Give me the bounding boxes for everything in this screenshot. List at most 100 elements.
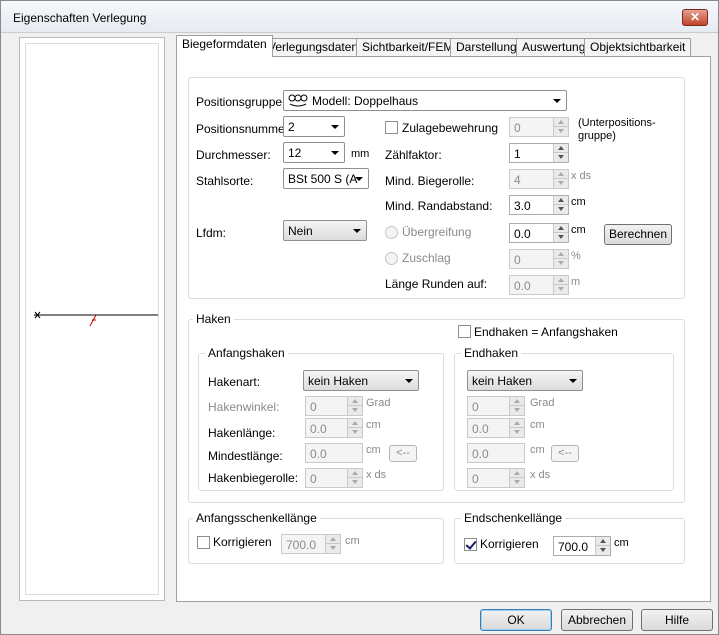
zaehlfaktor-label: Zählfaktor: bbox=[385, 148, 442, 162]
zaehlfaktor-spinner[interactable]: 1 bbox=[509, 143, 569, 163]
positionsnummer-select[interactable]: 2 bbox=[283, 116, 345, 137]
lfdm-select[interactable]: Nein bbox=[283, 220, 367, 241]
end-hakenbiegerolle-spinner[interactable]: 0 bbox=[467, 468, 525, 488]
end-hakenart-value: kein Haken bbox=[472, 374, 533, 388]
spin-up-icon[interactable] bbox=[554, 118, 568, 127]
anfangsschenkel-title: Anfangsschenkellänge bbox=[193, 511, 320, 525]
spin-up-icon[interactable] bbox=[348, 469, 362, 478]
tab-auswertung[interactable]: Auswertung bbox=[516, 38, 592, 57]
end-hakenart-select[interactable]: kein Haken bbox=[467, 370, 583, 391]
stahlsorte-select[interactable]: BSt 500 S (A bbox=[283, 168, 369, 189]
spin-up-icon[interactable] bbox=[554, 224, 568, 233]
berechnen-button[interactable]: Berechnen bbox=[604, 224, 672, 245]
spin-down-icon[interactable] bbox=[348, 406, 362, 415]
positionsnummer-value: 2 bbox=[288, 120, 295, 134]
spin-up-icon[interactable] bbox=[348, 397, 362, 406]
chevron-down-icon bbox=[553, 99, 561, 103]
close-button[interactable]: ✕ bbox=[682, 9, 708, 26]
spin-up-icon[interactable] bbox=[326, 535, 340, 544]
tab-sichtbarkeit-fem[interactable]: Sichtbarkeit/FEM bbox=[356, 38, 460, 57]
zulagebewehrung-spinner[interactable]: 0 bbox=[509, 117, 569, 137]
endschenkel-value: 700.0 bbox=[558, 540, 589, 554]
zuschlag-radio[interactable] bbox=[385, 252, 398, 265]
anfang-hakenbiegerolle-spinner[interactable]: 0 bbox=[305, 468, 363, 488]
tab-biegeformdaten[interactable]: Biegeformdaten bbox=[176, 35, 273, 57]
chevron-down-icon bbox=[353, 229, 361, 233]
spin-up-icon[interactable] bbox=[510, 397, 524, 406]
spin-up-icon[interactable] bbox=[348, 419, 362, 428]
endhaken-eq-checkbox[interactable] bbox=[458, 325, 471, 338]
spin-up-icon[interactable] bbox=[596, 537, 610, 546]
anfang-arrow-button[interactable]: <-- bbox=[389, 445, 417, 462]
spin-up-icon[interactable] bbox=[554, 196, 568, 205]
zulagebewehrung-value: 0 bbox=[514, 121, 521, 135]
spin-up-icon[interactable] bbox=[510, 469, 524, 478]
hilfe-button[interactable]: Hilfe bbox=[641, 609, 713, 631]
bar-preview-icon bbox=[34, 311, 158, 327]
uebergreifung-value: 0.0 bbox=[514, 227, 531, 241]
spin-down-icon[interactable] bbox=[554, 179, 568, 188]
spin-down-icon[interactable] bbox=[554, 153, 568, 162]
zulagebewehrung-checkbox[interactable] bbox=[385, 121, 398, 134]
endschenkel-korrigieren-label: Korrigieren bbox=[480, 537, 539, 551]
spin-down-icon[interactable] bbox=[554, 259, 568, 268]
durchmesser-select[interactable]: 12 bbox=[283, 142, 345, 163]
haken-title: Haken bbox=[193, 312, 234, 326]
anfang-hakenwinkel-spinner[interactable]: 0 bbox=[305, 396, 363, 416]
zuschlag-spinner[interactable]: 0 bbox=[509, 249, 569, 269]
spin-down-icon[interactable] bbox=[510, 428, 524, 437]
uebergreifung-spinner[interactable]: 0.0 bbox=[509, 223, 569, 243]
mind-biegerolle-spinner[interactable]: 4 bbox=[509, 169, 569, 189]
uebergreifung-label: Übergreifung bbox=[402, 225, 472, 239]
mindestlaenge-label: Mindestlänge: bbox=[208, 449, 283, 463]
tab-panel: Positionsgruppe: Modell: Doppelhaus Posi… bbox=[176, 56, 711, 602]
positionsgruppe-select[interactable]: Modell: Doppelhaus bbox=[283, 90, 567, 111]
endschenkel-spinner[interactable]: 700.0 bbox=[553, 536, 611, 556]
spin-up-icon[interactable] bbox=[554, 276, 568, 285]
spin-down-icon[interactable] bbox=[554, 127, 568, 136]
end-mindestlaenge-unit: cm bbox=[530, 444, 545, 456]
preview-canvas bbox=[25, 43, 159, 595]
anfangsschenkel-korrigieren-checkbox[interactable] bbox=[197, 536, 210, 549]
spin-up-icon[interactable] bbox=[554, 250, 568, 259]
anfangsschenkel-unit: cm bbox=[345, 535, 360, 547]
anfang-mindestlaenge-field[interactable]: 0.0 bbox=[305, 443, 363, 463]
spin-down-icon[interactable] bbox=[510, 406, 524, 415]
spin-down-icon[interactable] bbox=[348, 428, 362, 437]
spin-down-icon[interactable] bbox=[510, 478, 524, 487]
end-hakenlaenge-unit: cm bbox=[530, 419, 545, 431]
stahlsorte-label: Stahlsorte: bbox=[196, 174, 254, 188]
laenge-runden-spinner[interactable]: 0.0 bbox=[509, 275, 569, 295]
spin-down-icon[interactable] bbox=[554, 233, 568, 242]
preview-frame bbox=[19, 37, 165, 601]
chain-group-icon bbox=[288, 94, 308, 107]
ok-button[interactable]: OK bbox=[480, 609, 552, 631]
spin-up-icon[interactable] bbox=[554, 144, 568, 153]
uebergreifung-radio[interactable] bbox=[385, 226, 398, 239]
mind-randabstand-spinner[interactable]: 3.0 bbox=[509, 195, 569, 215]
positionsgruppe-label: Positionsgruppe: bbox=[196, 95, 286, 109]
spin-down-icon[interactable] bbox=[554, 285, 568, 294]
tab-verlegungsdaten[interactable]: Verlegungsdaten bbox=[262, 38, 365, 57]
anfang-hakenart-select[interactable]: kein Haken bbox=[303, 370, 419, 391]
spin-up-icon[interactable] bbox=[554, 170, 568, 179]
stahlsorte-value: BSt 500 S (A bbox=[288, 172, 358, 186]
end-arrow-button[interactable]: <-- bbox=[551, 445, 579, 462]
durchmesser-label: Durchmesser: bbox=[196, 148, 271, 162]
spin-up-icon[interactable] bbox=[510, 419, 524, 428]
abbrechen-button[interactable]: Abbrechen bbox=[561, 609, 633, 631]
spin-down-icon[interactable] bbox=[596, 546, 610, 555]
end-hakenlaenge-spinner[interactable]: 0.0 bbox=[467, 418, 525, 438]
anfang-hakenlaenge-spinner[interactable]: 0.0 bbox=[305, 418, 363, 438]
anfangsschenkel-spinner[interactable]: 700.0 bbox=[281, 534, 341, 554]
positionsnummer-label: Positionsnummer: bbox=[196, 122, 293, 136]
tab-darstellung[interactable]: Darstellung bbox=[450, 38, 523, 57]
spin-down-icon[interactable] bbox=[326, 544, 340, 553]
tab-objektsichtbarkeit[interactable]: Objektsichtbarkeit bbox=[584, 38, 692, 57]
spin-down-icon[interactable] bbox=[554, 205, 568, 214]
end-hakenwinkel-value: 0 bbox=[472, 400, 479, 414]
endschenkel-korrigieren-checkbox[interactable] bbox=[464, 538, 477, 551]
end-mindestlaenge-field[interactable]: 0.0 bbox=[467, 443, 525, 463]
end-hakenwinkel-spinner[interactable]: 0 bbox=[467, 396, 525, 416]
spin-down-icon[interactable] bbox=[348, 478, 362, 487]
